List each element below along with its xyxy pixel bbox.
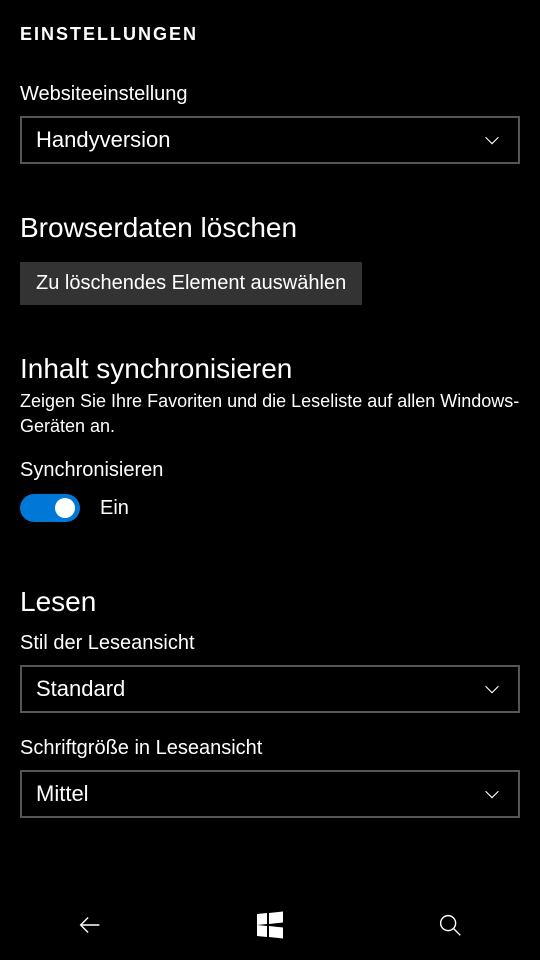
reading-style-select[interactable]: Standard — [20, 665, 520, 713]
back-button[interactable] — [30, 895, 150, 955]
chevron-down-icon — [480, 782, 504, 806]
reading-font-select[interactable]: Mittel — [20, 770, 520, 818]
toggle-knob — [55, 498, 75, 518]
clear-data-title: Browserdaten löschen — [20, 212, 520, 244]
chevron-down-icon — [480, 677, 504, 701]
chevron-down-icon — [480, 128, 504, 152]
sync-toggle[interactable] — [20, 494, 80, 522]
reading-style-value: Standard — [36, 676, 125, 702]
website-setting-label: Websiteeinstellung — [20, 83, 520, 106]
website-setting-select[interactable]: Handyversion — [20, 116, 520, 164]
choose-clear-items-button[interactable]: Zu löschendes Element auswählen — [20, 262, 362, 305]
sync-toggle-label: Synchronisieren — [20, 459, 520, 482]
sync-description: Zeigen Sie Ihre Favoriten und die Leseli… — [20, 389, 520, 439]
reading-font-label: Schriftgröße in Leseansicht — [20, 737, 520, 760]
reading-title: Lesen — [20, 586, 520, 618]
reading-font-value: Mittel — [36, 781, 89, 807]
reading-style-label: Stil der Leseansicht — [20, 632, 520, 655]
sync-title: Inhalt synchronisieren — [20, 353, 520, 385]
settings-content: Websiteeinstellung Handyversion Browserd… — [0, 53, 540, 890]
home-windows-button[interactable] — [210, 895, 330, 955]
search-button[interactable] — [390, 895, 510, 955]
windows-icon — [257, 913, 283, 937]
website-setting-value: Handyversion — [36, 127, 171, 153]
sync-toggle-state: Ein — [100, 497, 129, 520]
nav-bar — [0, 890, 540, 960]
page-title: EINSTELLUNGEN — [0, 0, 540, 53]
